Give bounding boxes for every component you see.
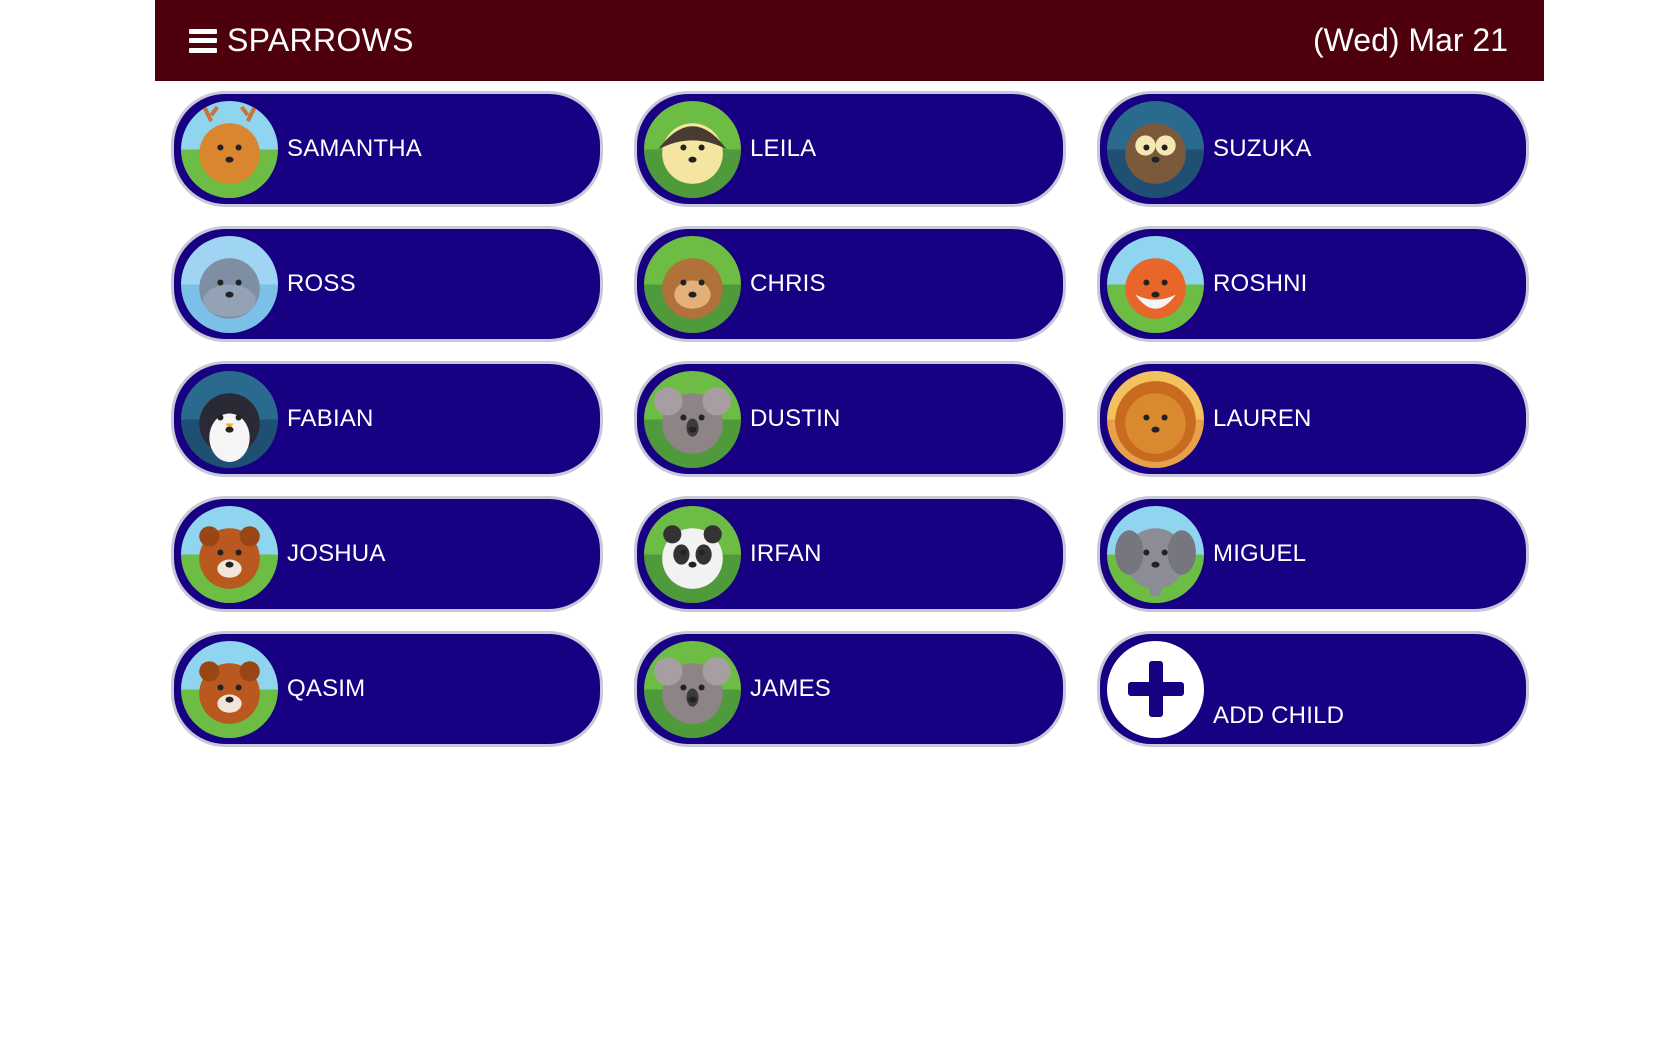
koala-avatar-icon	[644, 640, 741, 738]
deer-avatar-icon	[181, 100, 278, 198]
child-name: CHRIS	[750, 270, 826, 297]
child-name: MIGUEL	[1213, 540, 1307, 567]
owl-avatar-icon	[1107, 100, 1204, 198]
child-name: LAUREN	[1213, 405, 1312, 432]
child-card[interactable]: CHRIS	[634, 226, 1066, 342]
elephant-avatar-icon	[1107, 505, 1204, 603]
child-card[interactable]: LEILA	[634, 91, 1066, 207]
child-card[interactable]: LAUREN	[1097, 361, 1529, 477]
current-date: (Wed) Mar 21	[1312, 22, 1508, 58]
monkey-avatar-icon	[644, 235, 741, 333]
child-card[interactable]: ROSS	[171, 226, 603, 342]
class-name-title: SPARROWS	[227, 22, 414, 58]
child-name: LEILA	[750, 135, 817, 162]
fox-avatar-icon	[1107, 235, 1204, 333]
child-card[interactable]: FABIAN	[171, 361, 603, 477]
top-header-bar: SPARROWS (Wed) Mar 21	[155, 0, 1544, 81]
child-card[interactable]: SUZUKA	[1097, 91, 1529, 207]
app-root: SPARROWS (Wed) Mar 21 SAMANTHA LEILA SUZ…	[155, 0, 1544, 1050]
child-card[interactable]: SAMANTHA	[171, 91, 603, 207]
children-grid: SAMANTHA LEILA SUZUKA ROSS CHRIS ROSHNI	[155, 81, 1544, 747]
child-card[interactable]: QASIM	[171, 631, 603, 747]
child-card[interactable]: JAMES	[634, 631, 1066, 747]
child-card[interactable]: ROSHNI	[1097, 226, 1529, 342]
bear-avatar-icon	[181, 505, 278, 603]
child-card[interactable]: IRFAN	[634, 496, 1066, 612]
bear-avatar-icon	[181, 640, 278, 738]
child-card[interactable]: MIGUEL	[1097, 496, 1529, 612]
header-left: SPARROWS	[189, 22, 414, 59]
child-name: SAMANTHA	[287, 135, 422, 162]
penguin-avatar-icon	[181, 370, 278, 468]
child-name: ROSS	[287, 270, 356, 297]
child-name: SUZUKA	[1213, 135, 1312, 162]
hippo-avatar-icon	[181, 235, 278, 333]
child-name: IRFAN	[750, 540, 822, 567]
lion-avatar-icon	[1107, 370, 1204, 468]
child-name: ROSHNI	[1213, 270, 1308, 297]
koala-avatar-icon	[644, 370, 741, 468]
child-name: DUSTIN	[750, 405, 841, 432]
hamburger-menu-icon[interactable]	[189, 28, 217, 53]
hedgehog-avatar-icon	[644, 100, 741, 198]
add-child-label: ADD CHILD	[1213, 702, 1345, 729]
child-name: FABIAN	[287, 405, 374, 432]
add-child-button[interactable]: ADD CHILD	[1097, 631, 1529, 747]
plus-icon	[1127, 661, 1184, 717]
child-name: QASIM	[287, 675, 366, 702]
child-name: JAMES	[750, 675, 832, 702]
panda-avatar-icon	[644, 505, 741, 603]
add-child-avatar	[1107, 640, 1204, 738]
child-card[interactable]: JOSHUA	[171, 496, 603, 612]
child-name: JOSHUA	[287, 540, 386, 567]
child-card[interactable]: DUSTIN	[634, 361, 1066, 477]
